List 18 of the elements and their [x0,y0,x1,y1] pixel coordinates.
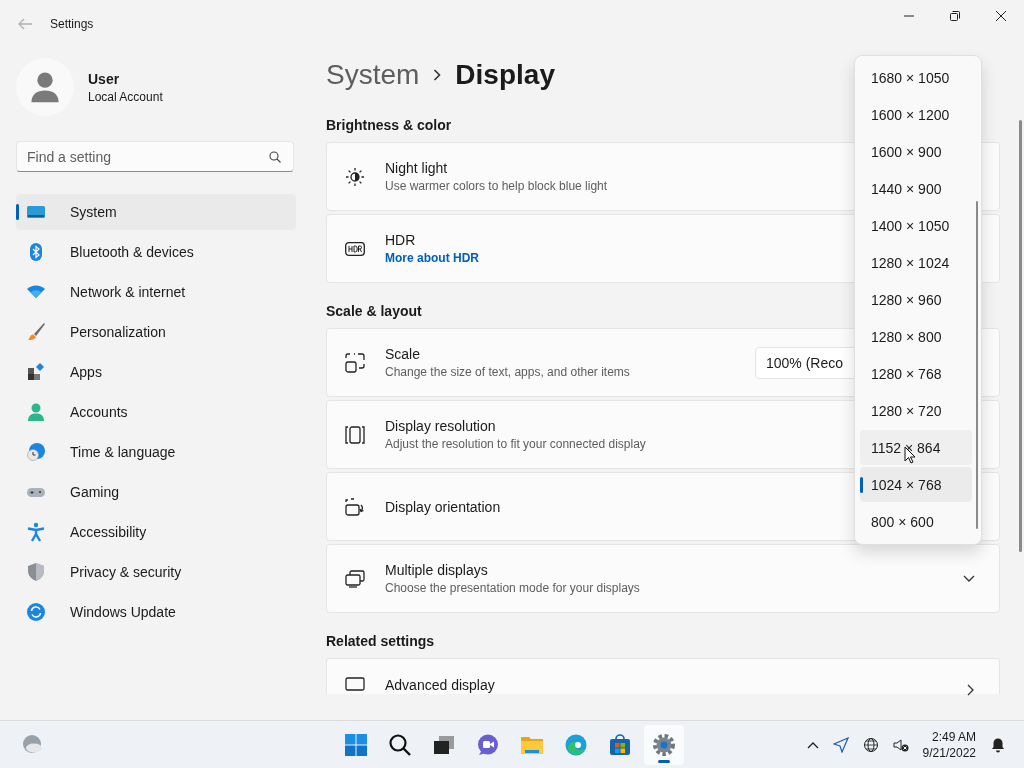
setting-title: Display resolution [385,418,497,434]
setting-title: Display orientation [385,498,501,515]
account-type: Local Account [88,89,163,104]
section-heading: Brightness & color [326,117,453,133]
window-title: Settings [50,17,94,31]
setting-description: Use warmer colors to help block blue light [385,179,608,193]
section-heading: Related settings [326,633,436,649]
setting-title: Scale [385,346,422,362]
setting-title: Advanced display [385,677,495,693]
setting-title: Multiple displays [385,562,489,578]
setting-description: Choose the presentation mode for your displays [385,581,640,595]
setting-title: HDR [385,232,417,248]
setting-description: Change the size of text, apps, and other items [385,365,630,379]
setting-title: Night light [385,160,449,176]
user-name: User [88,70,121,87]
page-title: Display [455,59,555,91]
setting-description: Adjust the resolution to fit your connected display [385,437,646,451]
section-heading: Scale & layout [326,303,423,319]
